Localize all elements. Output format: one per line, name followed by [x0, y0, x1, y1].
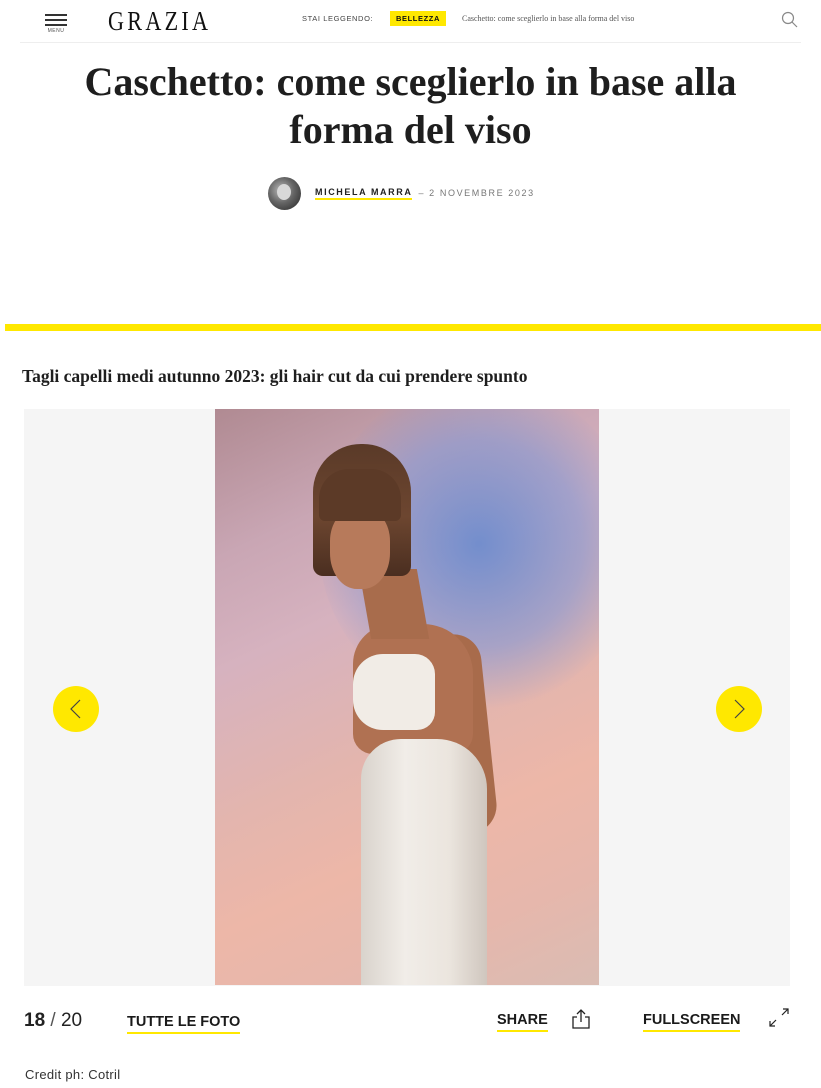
next-photo-button[interactable] [716, 686, 762, 732]
section-divider [5, 324, 821, 331]
all-photos-link[interactable]: TUTTE LE FOTO [127, 1014, 241, 1034]
gallery-title: Tagli capelli medi autunno 2023: gli hai… [22, 366, 528, 386]
menu-button[interactable]: MENU [44, 10, 70, 36]
photo-figure-skirt [361, 739, 487, 985]
article-title: Caschetto: come sceglierlo in base alla … [84, 59, 737, 152]
menu-label: MENU [47, 28, 65, 34]
share-button[interactable]: SHARE [497, 1012, 548, 1032]
hamburger-icon-line [45, 24, 67, 26]
header-divider [20, 42, 801, 43]
total-photo-count: 20 [60, 1010, 83, 1031]
site-header: MENU GRAZIA STAI LEGGENDO: BELLEZZA Casc… [0, 0, 821, 44]
site-logo[interactable]: GRAZIA [108, 6, 211, 37]
photo-counter: 18 / 20 [24, 1010, 82, 1032]
previous-photo-button[interactable] [53, 686, 99, 732]
author-link[interactable]: MICHELA MARRA [315, 187, 413, 200]
publish-date: – 2 NOVEMBRE 2023 [418, 188, 535, 198]
hamburger-icon-line [45, 19, 67, 21]
fullscreen-button[interactable]: FULLSCREEN [643, 1012, 741, 1032]
counter-separator: / [50, 1010, 56, 1031]
search-button[interactable] [780, 10, 800, 30]
hamburger-icon [45, 14, 67, 16]
share-icon[interactable] [569, 1008, 593, 1030]
author-avatar [268, 176, 301, 210]
photo-figure-top [353, 654, 435, 730]
photo-credit: Credit ph: Cotril [25, 1067, 121, 1082]
reading-label: STAI LEGGENDO: [302, 14, 374, 23]
photo-figure-face [330, 509, 390, 589]
photo-figure-fringe [319, 469, 401, 521]
gallery-photo[interactable] [215, 409, 599, 985]
chevron-right-icon [734, 699, 745, 719]
chevron-left-icon [70, 699, 81, 719]
expand-icon[interactable] [766, 1006, 792, 1030]
byline: MICHELA MARRA – 2 NOVEMBRE 2023 [268, 176, 535, 210]
category-badge[interactable]: BELLEZZA [390, 11, 446, 26]
current-photo-number: 18 [24, 1010, 46, 1031]
search-icon [781, 11, 798, 28]
reading-title: Caschetto: come sceglierlo in base alla … [462, 14, 635, 23]
